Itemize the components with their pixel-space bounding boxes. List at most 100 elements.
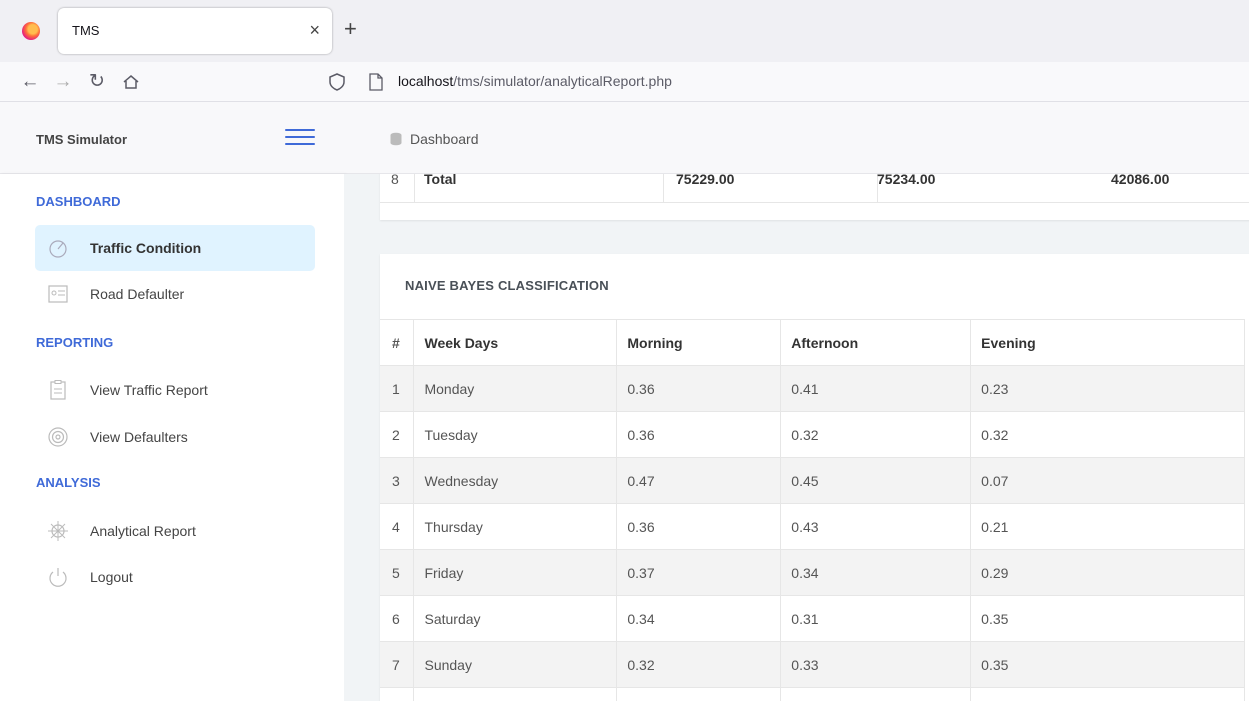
new-tab-icon[interactable]: + — [344, 17, 357, 41]
table-row: 6 Saturday 0.34 0.31 0.35 — [380, 595, 1245, 642]
table-cell: 0.29 — [970, 549, 1245, 596]
table-row: 7 Sunday 0.32 0.33 0.35 — [380, 641, 1245, 688]
sidebar-item-view-traffic-report[interactable]: View Traffic Report — [35, 367, 315, 413]
table-cell: 0.34 — [780, 549, 972, 596]
table-cell: Wednesday — [413, 457, 618, 504]
column-header: Afternoon — [780, 319, 972, 366]
breadcrumb[interactable]: Dashboard — [410, 131, 479, 147]
table-row: 5 Friday 0.37 0.34 0.29 — [380, 549, 1245, 596]
table-cell: 0.36 — [616, 365, 782, 412]
section-dashboard: DASHBOARD — [36, 194, 121, 209]
table-cell: Thursday — [413, 503, 618, 550]
table-cell: 1 — [380, 365, 415, 412]
sidebar: DASHBOARD Traffic Condition Road Default… — [0, 174, 344, 701]
section-reporting: REPORTING — [36, 335, 114, 350]
table-cell: 0.43 — [780, 503, 972, 550]
table-cell: 0.21 — [970, 503, 1245, 550]
totals-row-index: 8 — [391, 174, 399, 187]
sidebar-item-traffic-condition[interactable]: Traffic Condition — [35, 225, 315, 271]
naive-bayes-table: # Week Days Morning Afternoon Evening 1 … — [380, 319, 1245, 701]
sidebar-item-label: Analytical Report — [90, 523, 196, 539]
sidebar-item-label: Traffic Condition — [90, 240, 202, 256]
table-row: 4 Thursday 0.36 0.43 0.21 — [380, 503, 1245, 550]
column-header: Week Days — [413, 319, 618, 366]
id-card-icon — [48, 285, 68, 303]
column-header: Morning — [616, 319, 782, 366]
table-cell: Friday — [413, 549, 618, 596]
table-cell: 2 — [380, 411, 415, 458]
forward-icon[interactable]: → — [51, 70, 75, 94]
sidebar-item-label: Road Defaulter — [90, 286, 185, 302]
sidebar-item-analytical-report[interactable]: Analytical Report — [35, 508, 315, 554]
target-icon — [48, 427, 68, 447]
table-cell: 0.32 — [780, 411, 972, 458]
browser-nav-bar: ← → ↻ localhost/tms/simulator/analytical… — [0, 62, 1249, 102]
totals-value: 75229.00 — [676, 174, 735, 187]
sidebar-item-label: Logout — [90, 569, 133, 585]
table-cell: Sunday — [413, 641, 618, 688]
column-header: # — [380, 319, 415, 366]
table-cell: 6 — [380, 595, 415, 642]
address-bar[interactable]: localhost/tms/simulator/analyticalReport… — [398, 73, 672, 89]
main-content: 8 Total 75229.00 75234.00 42086.00 NAIVE… — [344, 174, 1249, 701]
table-cell: 3 — [380, 457, 415, 504]
table-cell: 0.47 — [616, 457, 782, 504]
url-path: /tms/simulator/analyticalReport.php — [453, 73, 672, 89]
sidebar-item-road-defaulter[interactable]: Road Defaulter — [35, 271, 315, 317]
table-cell: 4 — [380, 503, 415, 550]
firefox-logo-icon — [22, 22, 40, 40]
tracking-shield-icon[interactable] — [329, 73, 345, 91]
column-header: Evening — [970, 319, 1245, 366]
gauge-icon — [49, 240, 67, 258]
sidebar-item-label: View Traffic Report — [90, 382, 208, 398]
table-cell: 0.31 — [780, 595, 972, 642]
sidebar-item-view-defaulters[interactable]: View Defaulters — [35, 414, 315, 460]
table-cell: 0.45 — [780, 457, 972, 504]
url-host: localhost — [398, 73, 454, 89]
table-cell: 0.35 — [970, 595, 1245, 642]
table-row: 1 Monday 0.36 0.41 0.23 — [380, 365, 1245, 412]
section-analysis: ANALYSIS — [36, 475, 101, 490]
table-cell: 0.32 — [616, 641, 782, 688]
sidebar-item-label: View Defaulters — [90, 429, 188, 445]
reload-icon[interactable]: ↻ — [85, 70, 109, 94]
database-icon — [390, 132, 402, 146]
sidebar-item-logout[interactable]: Logout — [35, 554, 315, 600]
table-cell: 5 — [380, 549, 415, 596]
table-cell: 0.36 — [616, 411, 782, 458]
browser-tab[interactable]: TMS × — [58, 8, 332, 54]
power-icon — [49, 568, 67, 587]
totals-row-label: Total — [424, 174, 457, 187]
table-row — [380, 687, 1245, 701]
totals-value: 42086.00 — [1111, 174, 1170, 187]
tab-title: TMS — [72, 23, 100, 38]
table-header-row: # Week Days Morning Afternoon Evening — [380, 319, 1245, 366]
table-cell: 0.35 — [970, 641, 1245, 688]
table-cell: Saturday — [413, 595, 618, 642]
helm-icon — [48, 521, 68, 541]
browser-tab-bar: TMS × + — [0, 0, 1249, 62]
table-cell: Monday — [413, 365, 618, 412]
card-title: NAIVE BAYES CLASSIFICATION — [405, 278, 609, 293]
table-cell: 0.36 — [616, 503, 782, 550]
table-cell: 0.41 — [780, 365, 972, 412]
brand-name: TMS Simulator — [36, 132, 128, 147]
table-cell: 0.32 — [970, 411, 1245, 458]
hamburger-menu-icon[interactable] — [285, 129, 315, 145]
table-cell: 0.07 — [970, 457, 1245, 504]
tab-close-icon[interactable]: × — [309, 20, 320, 40]
table-cell: 0.23 — [970, 365, 1245, 412]
clipboard-icon — [50, 380, 66, 400]
table-row: 2 Tuesday 0.36 0.32 0.32 — [380, 411, 1245, 458]
table-cell: 0.34 — [616, 595, 782, 642]
home-icon[interactable] — [119, 70, 143, 94]
page-info-icon[interactable] — [369, 73, 383, 91]
totals-card: 8 Total 75229.00 75234.00 42086.00 — [380, 174, 1249, 220]
app-header: TMS Simulator Dashboard — [0, 102, 1249, 174]
totals-value: 75234.00 — [877, 174, 936, 187]
table-cell: 0.37 — [616, 549, 782, 596]
back-icon[interactable]: ← — [18, 70, 42, 94]
table-cell: Tuesday — [413, 411, 618, 458]
table-row: 3 Wednesday 0.47 0.45 0.07 — [380, 457, 1245, 504]
naive-bayes-card: NAIVE BAYES CLASSIFICATION # Week Days M… — [380, 254, 1249, 701]
